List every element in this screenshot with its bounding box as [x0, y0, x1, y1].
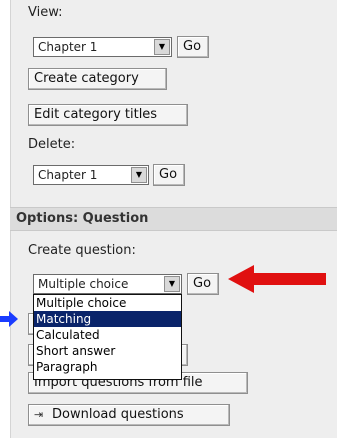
- chevron-down-icon[interactable]: ▼: [131, 167, 147, 183]
- options-question-heading: Options: Question: [10, 207, 337, 231]
- create-category-button[interactable]: Create category: [28, 68, 167, 90]
- view-label: View:: [28, 5, 63, 20]
- dropdown-option-highlighted[interactable]: Matching: [34, 311, 181, 327]
- dropdown-option[interactable]: Calculated: [34, 327, 181, 343]
- chevron-down-icon[interactable]: ▼: [164, 276, 180, 292]
- view-select[interactable]: Chapter 1 ▼: [33, 37, 172, 57]
- create-question-label: Create question:: [28, 243, 136, 258]
- dropdown-option[interactable]: Multiple choice: [34, 295, 181, 311]
- download-icon: ⇥: [34, 408, 44, 421]
- delete-label: Delete:: [28, 137, 76, 152]
- red-arrow-annotation: [228, 265, 326, 293]
- download-questions-label: Download questions: [52, 407, 184, 422]
- delete-select[interactable]: Chapter 1 ▼: [33, 165, 149, 185]
- chevron-down-icon[interactable]: ▼: [154, 39, 170, 55]
- question-type-dropdown[interactable]: Multiple choice Matching Calculated Shor…: [33, 294, 182, 380]
- delete-select-value: Chapter 1: [38, 168, 98, 182]
- dropdown-option[interactable]: Short answer: [34, 343, 181, 359]
- delete-go-button[interactable]: Go: [153, 164, 185, 186]
- view-go-button[interactable]: Go: [177, 36, 209, 58]
- question-type-select-value: Multiple choice: [38, 277, 129, 291]
- question-type-select[interactable]: Multiple choice ▼: [33, 274, 182, 294]
- download-questions-button[interactable]: ⇥ Download questions: [28, 404, 230, 426]
- edit-category-titles-button[interactable]: Edit category titles: [28, 104, 188, 126]
- dropdown-option[interactable]: Paragraph: [34, 359, 181, 375]
- create-question-go-button[interactable]: Go: [187, 273, 219, 295]
- blue-arrow-annotation: [0, 311, 18, 327]
- view-select-value: Chapter 1: [38, 40, 98, 54]
